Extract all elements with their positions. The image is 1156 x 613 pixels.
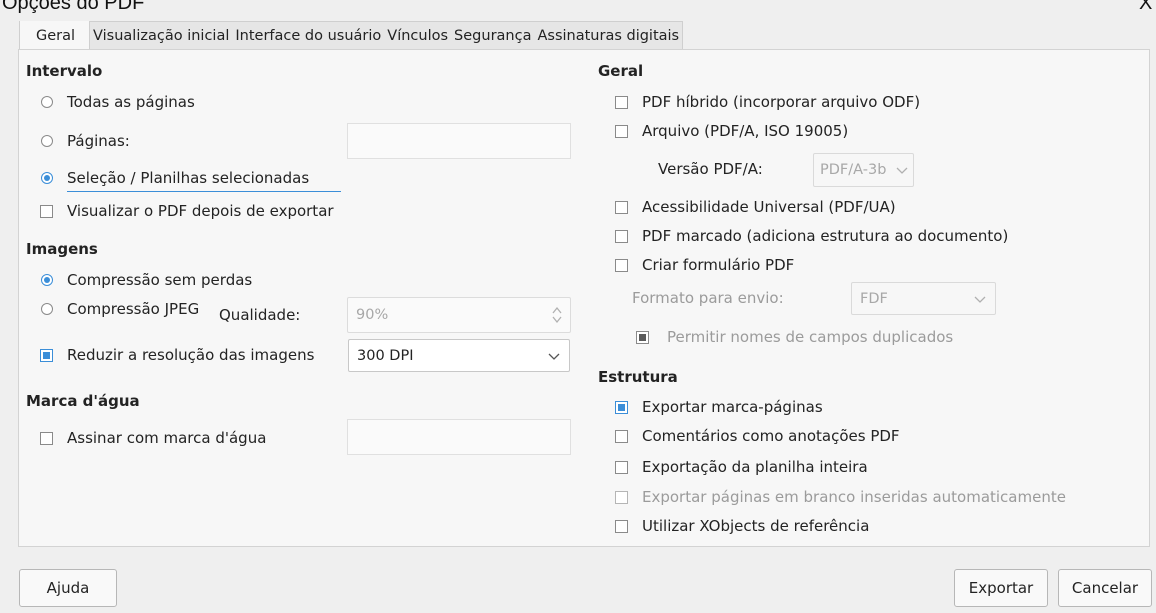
blank-pages-checkbox[interactable] bbox=[615, 490, 628, 504]
watermark-heading: Marca d'água bbox=[26, 392, 140, 410]
comments-label: Comentários como anotações PDF bbox=[642, 427, 900, 445]
pdfa-version-select[interactable]: PDF/A-3b bbox=[813, 153, 914, 187]
universal-option[interactable]: Acessibilidade Universal (PDF/UA) bbox=[615, 195, 896, 219]
comments-option[interactable]: Comentários como anotações PDF bbox=[615, 424, 900, 448]
all-pages-label: Todas as páginas bbox=[67, 93, 195, 111]
jpeg-radio[interactable] bbox=[41, 303, 53, 315]
tab-security[interactable]: Segurança bbox=[451, 22, 534, 50]
whole-sheet-checkbox[interactable] bbox=[615, 460, 628, 474]
tagged-option[interactable]: PDF marcado (adiciona estrutura ao docum… bbox=[615, 224, 1008, 248]
all-pages-radio[interactable] bbox=[41, 96, 53, 108]
lossless-option[interactable]: Compressão sem perdas bbox=[41, 268, 252, 292]
xobjects-option[interactable]: Utilizar XObjects de referência bbox=[615, 514, 869, 538]
watermark-input[interactable] bbox=[347, 419, 571, 455]
allow-duplicates-option[interactable]: Permitir nomes de campos duplicados bbox=[636, 325, 953, 349]
dpi-value: 300 DPI bbox=[357, 347, 414, 364]
xobjects-checkbox[interactable] bbox=[615, 519, 628, 533]
watermark-option[interactable]: Assinar com marca d'água bbox=[40, 426, 266, 450]
comments-checkbox[interactable] bbox=[615, 429, 628, 443]
submit-format-label: Formato para envio: bbox=[632, 289, 784, 307]
chevron-down-icon bbox=[974, 296, 986, 303]
view-pdf-label: Visualizar o PDF depois de exportar bbox=[67, 202, 334, 220]
submit-format-value: FDF bbox=[860, 290, 888, 307]
all-pages-option[interactable]: Todas as páginas bbox=[41, 90, 195, 114]
create-form-checkbox[interactable] bbox=[615, 258, 628, 272]
tab-initial-view[interactable]: Visualização inicial bbox=[90, 22, 232, 50]
xobjects-label: Utilizar XObjects de referência bbox=[642, 517, 870, 535]
create-form-label: Criar formulário PDF bbox=[642, 256, 795, 274]
general-heading: Geral bbox=[598, 62, 644, 80]
window-title: Opções do PDF bbox=[2, 0, 145, 14]
allow-duplicates-checkbox[interactable] bbox=[636, 330, 649, 344]
tagged-checkbox[interactable] bbox=[615, 229, 628, 243]
submit-format-select[interactable]: FDF bbox=[851, 282, 996, 315]
range-heading: Intervalo bbox=[26, 62, 103, 80]
blank-pages-option[interactable]: Exportar páginas em branco inseridas aut… bbox=[615, 485, 1066, 509]
whole-sheet-option[interactable]: Exportação da planilha inteira bbox=[615, 455, 868, 479]
hybrid-label: PDF híbrido (incorporar arquivo ODF) bbox=[642, 93, 921, 111]
bookmarks-checkbox[interactable] bbox=[615, 400, 628, 414]
archive-label: Arquivo (PDF/A, ISO 19005) bbox=[642, 122, 849, 140]
archive-option[interactable]: Arquivo (PDF/A, ISO 19005) bbox=[615, 119, 848, 143]
cancel-button[interactable]: Cancelar bbox=[1058, 569, 1152, 607]
view-pdf-option[interactable]: Visualizar o PDF depois de exportar bbox=[40, 199, 334, 223]
quality-value: 90% bbox=[356, 307, 389, 323]
images-heading: Imagens bbox=[26, 240, 98, 258]
universal-label: Acessibilidade Universal (PDF/UA) bbox=[642, 198, 896, 216]
view-pdf-checkbox[interactable] bbox=[40, 204, 53, 218]
export-button[interactable]: Exportar bbox=[954, 569, 1048, 607]
help-button[interactable]: Ajuda bbox=[19, 569, 117, 607]
pages-label: Páginas: bbox=[67, 132, 130, 150]
bookmarks-label: Exportar marca-páginas bbox=[642, 398, 823, 416]
selection-radio[interactable] bbox=[41, 172, 53, 184]
watermark-label: Assinar com marca d'água bbox=[67, 429, 267, 447]
blank-pages-label: Exportar páginas em branco inseridas aut… bbox=[642, 488, 1066, 506]
selection-focus-line bbox=[67, 191, 341, 192]
tagged-label: PDF marcado (adiciona estrutura ao docum… bbox=[642, 227, 1009, 245]
quality-spinbox[interactable]: 90% bbox=[347, 297, 571, 333]
tab-bar: Geral Visualização inicial Interface do … bbox=[19, 21, 684, 50]
universal-checkbox[interactable] bbox=[615, 200, 628, 214]
dpi-select[interactable]: 300 DPI bbox=[348, 339, 570, 372]
jpeg-option[interactable]: Compressão JPEG bbox=[41, 297, 199, 321]
quality-label: Qualidade: bbox=[219, 306, 301, 324]
tab-digital-signatures[interactable]: Assinaturas digitais bbox=[534, 22, 682, 50]
lossless-radio[interactable] bbox=[41, 274, 53, 286]
archive-checkbox[interactable] bbox=[615, 124, 628, 138]
pages-input[interactable] bbox=[347, 123, 571, 159]
pdfa-version-label: Versão PDF/A: bbox=[658, 160, 763, 178]
reduce-resolution-label: Reduzir a resolução das imagens bbox=[67, 346, 315, 364]
chevron-down-icon bbox=[896, 167, 908, 174]
pdfa-version-value: PDF/A-3b bbox=[820, 162, 887, 178]
watermark-checkbox[interactable] bbox=[40, 431, 53, 445]
tab-links[interactable]: Vínculos bbox=[384, 22, 451, 50]
hybrid-option[interactable]: PDF híbrido (incorporar arquivo ODF) bbox=[615, 90, 920, 114]
pages-radio[interactable] bbox=[41, 135, 53, 147]
create-form-option[interactable]: Criar formulário PDF bbox=[615, 253, 794, 277]
structure-heading: Estrutura bbox=[598, 368, 678, 386]
tab-general[interactable]: Geral bbox=[20, 21, 91, 50]
chevron-down-icon bbox=[548, 353, 560, 360]
selection-option[interactable]: Seleção / Planilhas selecionadas bbox=[41, 166, 309, 190]
hybrid-checkbox[interactable] bbox=[615, 95, 628, 109]
allow-duplicates-label: Permitir nomes de campos duplicados bbox=[667, 328, 954, 346]
close-icon[interactable]: X bbox=[1139, 0, 1152, 15]
bookmarks-option[interactable]: Exportar marca-páginas bbox=[615, 395, 823, 419]
reduce-resolution-checkbox[interactable] bbox=[40, 348, 53, 362]
jpeg-label: Compressão JPEG bbox=[67, 300, 200, 318]
spin-arrows-icon[interactable] bbox=[550, 304, 564, 326]
lossless-label: Compressão sem perdas bbox=[67, 271, 253, 289]
reduce-resolution-option[interactable]: Reduzir a resolução das imagens bbox=[40, 343, 314, 367]
tab-user-interface[interactable]: Interface do usuário bbox=[232, 22, 384, 50]
pages-option[interactable]: Páginas: bbox=[41, 129, 130, 153]
selection-label: Seleção / Planilhas selecionadas bbox=[67, 169, 310, 187]
whole-sheet-label: Exportação da planilha inteira bbox=[642, 458, 868, 476]
